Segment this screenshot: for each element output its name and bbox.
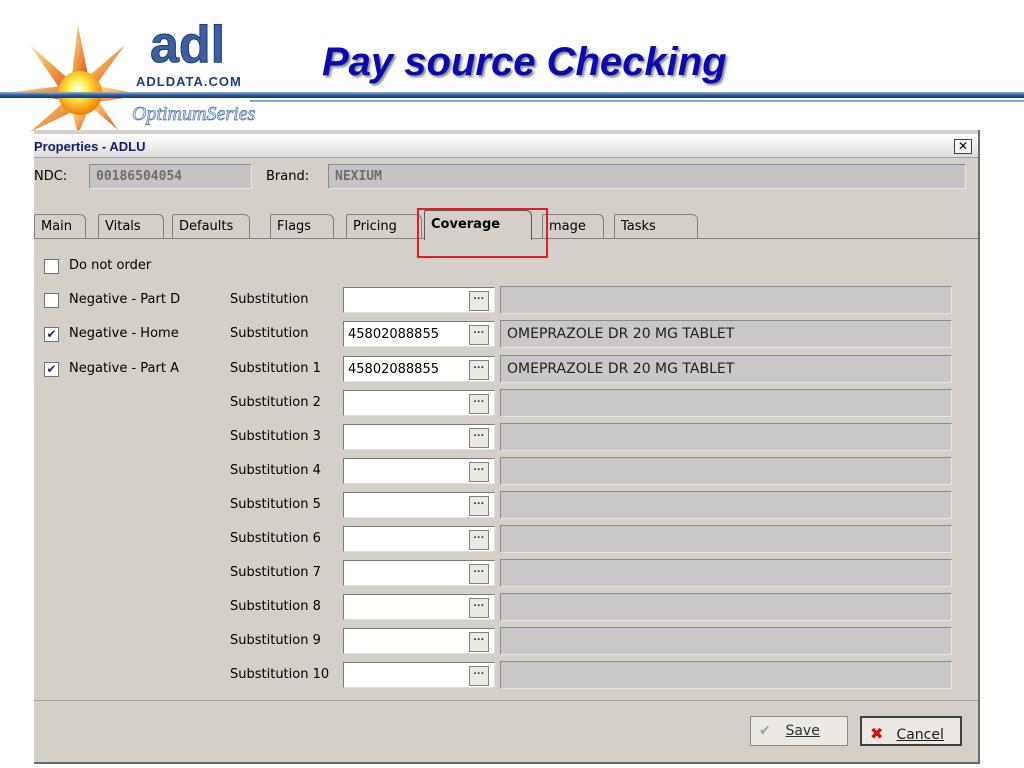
ellipsis-icon: ···	[473, 396, 485, 408]
substitution-label: Substitution 9	[230, 633, 321, 648]
lookup-button[interactable]: ···	[469, 666, 489, 686]
substitution-description: OMEPRAZOLE DR 20 MG TABLET	[500, 355, 952, 383]
tab-strip: Main Vitals Defaults Flags Pricing Cover…	[34, 210, 978, 240]
ellipsis-icon: ···	[473, 532, 485, 544]
substitution-label: Substitution 6	[230, 531, 321, 546]
ndc-field: 00186504054	[89, 164, 252, 189]
do-not-order-label: Do not order	[69, 258, 152, 273]
ellipsis-icon: ···	[473, 566, 485, 578]
negative-home-checkbox[interactable]: ✔	[44, 327, 59, 342]
lookup-button[interactable]: ···	[469, 564, 489, 584]
tab-flags[interactable]: Flags	[270, 214, 334, 238]
svg-text:adl: adl	[150, 16, 225, 74]
negative-part-a-label: Negative - Part A	[69, 361, 179, 376]
substitution-label: Substitution 1	[230, 361, 321, 376]
substitution-label: Substitution 4	[230, 463, 321, 478]
tab-vitals[interactable]: Vitals	[98, 214, 164, 238]
ndc-label: NDC:	[34, 169, 68, 184]
cancel-button[interactable]: ✖ Cancel	[860, 716, 962, 746]
substitution-description	[500, 593, 952, 621]
svg-text:ADLDATA.COM: ADLDATA.COM	[136, 74, 242, 89]
substitution-description	[500, 491, 952, 519]
save-label: Save	[785, 723, 820, 739]
tab-image[interactable]: mage	[542, 214, 604, 238]
cancel-label: Cancel	[896, 727, 944, 743]
lookup-button[interactable]: ···	[469, 325, 489, 345]
slide-title: Pay source Checking	[322, 40, 727, 84]
header-divider	[0, 92, 1024, 98]
close-button[interactable]: ✕	[954, 139, 972, 154]
sun-logo-icon: adl ADLDATA.COM OptimumSeries	[12, 16, 256, 135]
do-not-order-checkbox[interactable]	[44, 259, 59, 274]
substitution-label: Substitution 8	[230, 599, 321, 614]
close-icon: ✕	[957, 139, 969, 153]
substitution-description	[500, 627, 952, 655]
checkmark-icon: ✔	[46, 327, 57, 341]
substitution-description	[500, 661, 952, 689]
ellipsis-icon: ···	[473, 362, 485, 374]
ellipsis-icon: ···	[473, 668, 485, 680]
substitution-label: Substitution 2	[230, 395, 321, 410]
checkmark-icon: ✔	[46, 362, 57, 376]
substitution-description	[500, 559, 952, 587]
lookup-button[interactable]: ···	[469, 530, 489, 550]
negative-part-d-label: Negative - Part D	[69, 292, 181, 307]
lookup-button[interactable]: ···	[469, 394, 489, 414]
adldata-logo: adl ADLDATA.COM OptimumSeries	[0, 0, 290, 135]
tab-pricing[interactable]: Pricing	[346, 214, 422, 238]
product-header: NDC: 00186504054 Brand: NEXIUM	[34, 164, 978, 198]
negative-part-a-checkbox[interactable]: ✔	[44, 362, 59, 377]
substitution-label: Substitution 7	[230, 565, 321, 580]
tab-coverage[interactable]: Coverage	[424, 210, 532, 240]
lookup-button[interactable]: ···	[469, 428, 489, 448]
ellipsis-icon: ···	[473, 498, 485, 510]
substitution-description	[500, 423, 952, 451]
tab-main[interactable]: Main	[34, 214, 86, 238]
negative-part-d-checkbox[interactable]	[44, 293, 59, 308]
ellipsis-icon: ···	[473, 430, 485, 442]
window-titlebar[interactable]: Properties - ADLU ✕	[34, 134, 978, 158]
lookup-button[interactable]: ···	[469, 462, 489, 482]
substitution-label: Substitution 10	[230, 667, 330, 682]
substitution-description	[500, 389, 952, 417]
substitution-label: Substitution	[230, 292, 309, 307]
window-title: Properties - ADLU	[34, 139, 146, 154]
substitution-description	[500, 286, 952, 314]
lookup-button[interactable]: ···	[469, 496, 489, 516]
substitution-label: Substitution	[230, 326, 309, 341]
substitution-label: Substitution 3	[230, 429, 321, 444]
tab-tasks[interactable]: Tasks	[614, 214, 698, 238]
substitution-description	[500, 525, 952, 553]
lookup-button[interactable]: ···	[469, 632, 489, 652]
ellipsis-icon: ···	[473, 464, 485, 476]
lookup-button[interactable]: ···	[469, 598, 489, 618]
substitution-label: Substitution 5	[230, 497, 321, 512]
tab-defaults[interactable]: Defaults	[172, 214, 250, 238]
svg-text:OptimumSeries: OptimumSeries	[132, 103, 256, 125]
header-divider-thin	[250, 100, 1024, 102]
ellipsis-icon: ···	[473, 600, 485, 612]
checkmark-icon: ✔	[759, 723, 771, 739]
cancel-x-icon: ✖	[870, 724, 884, 743]
footer-divider	[34, 700, 978, 701]
negative-home-label: Negative - Home	[69, 326, 179, 341]
ellipsis-icon: ···	[473, 634, 485, 646]
lookup-button[interactable]: ···	[469, 360, 489, 380]
ellipsis-icon: ···	[473, 327, 485, 339]
brand-label: Brand:	[266, 169, 310, 184]
save-button[interactable]: ✔ Save	[750, 716, 848, 746]
ellipsis-icon: ···	[473, 293, 485, 305]
substitution-description	[500, 457, 952, 485]
brand-field: NEXIUM	[328, 164, 966, 189]
properties-window: Properties - ADLU ✕ NDC: 00186504054 Bra…	[34, 130, 980, 764]
lookup-button[interactable]: ···	[469, 291, 489, 311]
substitution-description: OMEPRAZOLE DR 20 MG TABLET	[500, 320, 952, 348]
